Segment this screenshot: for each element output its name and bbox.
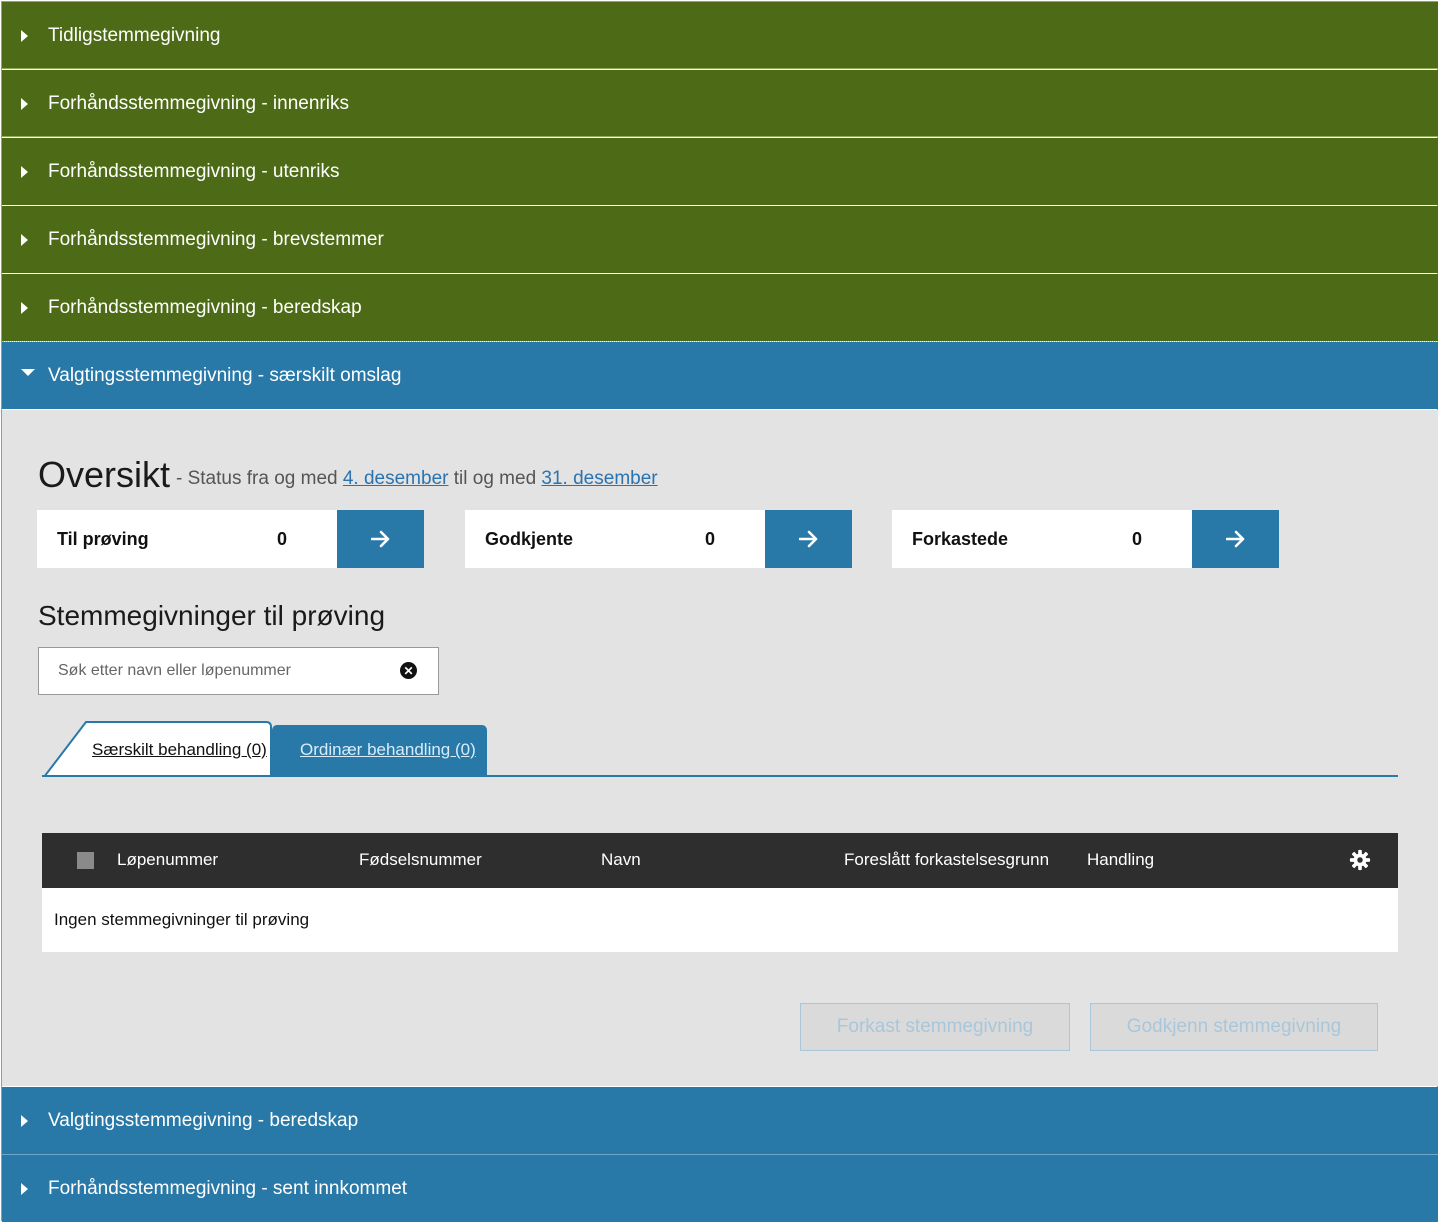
- divider: [2, 68, 1438, 69]
- gear-icon[interactable]: [1349, 849, 1371, 871]
- caret-right-icon: [21, 1182, 28, 1195]
- accordion-label: Tidligstemmegivning: [48, 24, 221, 46]
- stat-box: Godkjente 0: [465, 510, 765, 568]
- stat-box: Til prøving 0: [37, 510, 337, 568]
- column-header[interactable]: Løpenummer: [117, 850, 218, 870]
- caret-right-icon: [21, 301, 28, 314]
- overview-title: Oversikt: [38, 454, 171, 495]
- column-header[interactable]: Handling: [1087, 850, 1154, 870]
- accordion-panel: Oversikt - Status fra og med 4. desember…: [2, 410, 1438, 1086]
- stat-godkjente: Godkjente 0: [465, 510, 852, 568]
- caret-right-icon: [21, 29, 28, 42]
- caret-down-icon: [21, 369, 35, 376]
- accordion-valgting-saerskilt-omslag[interactable]: Valgtingsstemmegivning - særskilt omslag: [2, 342, 1438, 409]
- date-to-link[interactable]: 31. desember: [541, 468, 657, 489]
- accordion-forhand-brevstemmer[interactable]: Forhåndsstemmegivning - brevstemmer: [2, 206, 1438, 273]
- tab-label: Særskilt behandling (0): [92, 740, 267, 759]
- accordion-forhand-sent-innkommet[interactable]: Forhåndsstemmegivning - sent innkommet: [2, 1155, 1438, 1222]
- reject-button[interactable]: Forkast stemmegivning: [800, 1003, 1070, 1051]
- arrow-right-icon: [798, 530, 817, 548]
- stat-label: Til prøving: [57, 528, 149, 549]
- accordion-label: Forhåndsstemmegivning - sent innkommet: [48, 1177, 408, 1199]
- approve-button[interactable]: Godkjenn stemmegivning: [1090, 1003, 1378, 1051]
- stat-arrow-button[interactable]: [765, 510, 852, 568]
- date-from-link[interactable]: 4. desember: [343, 468, 449, 489]
- status-middle: til og med: [453, 468, 537, 489]
- stat-count: 0: [705, 528, 716, 549]
- select-all-checkbox[interactable]: [77, 852, 94, 869]
- empty-table-message: Ingen stemmegivninger til prøving: [54, 910, 310, 929]
- column-header[interactable]: Navn: [601, 850, 641, 870]
- clear-search-icon[interactable]: ✕: [400, 662, 417, 679]
- tab-saerskilt-behandling[interactable]: Særskilt behandling (0): [44, 721, 272, 777]
- stat-arrow-button[interactable]: [1192, 510, 1279, 568]
- stat-label: Forkastede: [912, 528, 1009, 549]
- accordion-tidligstemmegivning[interactable]: Tidligstemmegivning: [2, 2, 1438, 69]
- divider: [2, 136, 1438, 137]
- caret-right-icon: [21, 1114, 28, 1127]
- tab-underline: [42, 775, 1398, 777]
- tab-ordinaer-behandling[interactable]: Ordinær behandling (0): [272, 725, 487, 777]
- caret-right-icon: [21, 233, 28, 246]
- table-body: Ingen stemmegivninger til prøving: [42, 888, 1398, 952]
- status-prefix: - Status fra og med: [176, 468, 338, 489]
- accordion-label: Valgtingsstemmegivning - særskilt omslag: [48, 364, 402, 386]
- stat-forkastede: Forkastede 0: [892, 510, 1279, 568]
- accordion-label: Forhåndsstemmegivning - beredskap: [48, 296, 362, 318]
- caret-right-icon: [21, 165, 28, 178]
- accordion-forhand-utenriks[interactable]: Forhåndsstemmegivning - utenriks: [2, 138, 1438, 205]
- overview-status: - Status fra og med 4. desember til og m…: [176, 468, 658, 490]
- accordion-forhand-innenriks[interactable]: Forhåndsstemmegivning - innenriks: [2, 70, 1438, 137]
- stat-label: Godkjente: [485, 528, 574, 549]
- stat-arrow-button[interactable]: [337, 510, 424, 568]
- table-header: Løpenummer Fødselsnummer Navn Foreslått …: [42, 833, 1398, 888]
- accordion-label: Valgtingsstemmegivning - beredskap: [48, 1109, 359, 1131]
- column-header[interactable]: Foreslått forkastelsesgrunn: [844, 850, 1049, 870]
- stat-til-proving: Til prøving 0: [37, 510, 424, 568]
- arrow-right-icon: [1225, 530, 1244, 548]
- tab-label: Ordinær behandling (0): [300, 740, 476, 759]
- search-box: ✕: [38, 647, 439, 695]
- section-title: Stemmegivninger til prøving: [38, 600, 386, 631]
- accordion-label: Forhåndsstemmegivning - innenriks: [48, 92, 349, 114]
- stat-box: Forkastede 0: [892, 510, 1192, 568]
- column-header[interactable]: Fødselsnummer: [359, 850, 482, 870]
- caret-right-icon: [21, 97, 28, 110]
- accordion-forhand-beredskap[interactable]: Forhåndsstemmegivning - beredskap: [2, 274, 1438, 341]
- accordion-label: Forhåndsstemmegivning - brevstemmer: [48, 228, 384, 250]
- arrow-right-icon: [370, 530, 389, 548]
- stat-count: 0: [1132, 528, 1143, 549]
- stat-count: 0: [277, 528, 288, 549]
- accordion-valgting-beredskap[interactable]: Valgtingsstemmegivning - beredskap: [2, 1087, 1438, 1154]
- accordion-label: Forhåndsstemmegivning - utenriks: [48, 160, 340, 182]
- search-input[interactable]: [56, 661, 380, 681]
